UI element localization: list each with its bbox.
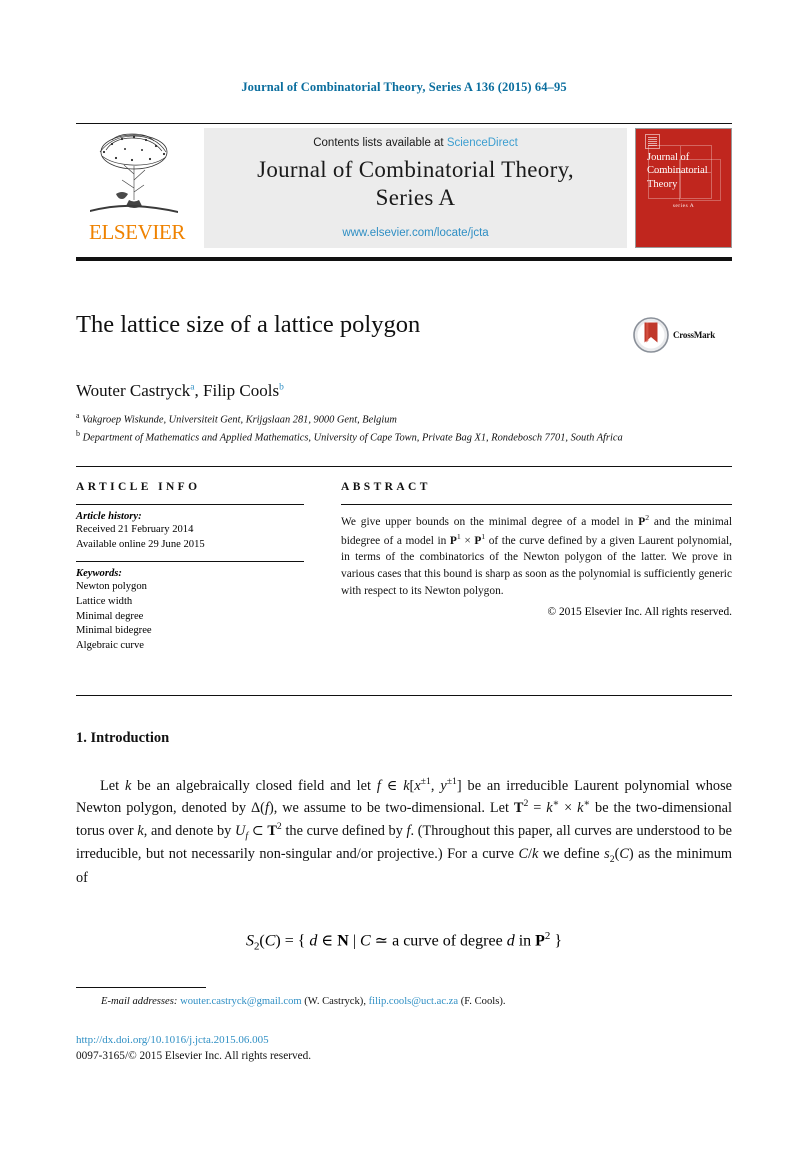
abstract-text: We give upper bounds on the minimal degr… — [341, 513, 733, 597]
article-info-heading: ARTICLE INFO — [76, 481, 201, 493]
contents-box: Contents lists available at ScienceDirec… — [204, 128, 627, 248]
journal-title: Journal of Combinatorial Theory, Series … — [204, 156, 627, 212]
author-separator: , — [194, 381, 204, 400]
title-block-rule — [76, 466, 732, 468]
abstract-column: We give upper bounds on the minimal degr… — [341, 504, 732, 618]
masthead-bottom-rule — [76, 257, 732, 261]
article-history-label: Article history: — [76, 511, 142, 523]
journal-masthead: ELSEVIER Contents lists available at Sci… — [76, 123, 732, 252]
crossmark-icon — [633, 317, 669, 353]
author-list: Wouter Castrycka, Filip Coolsb — [76, 381, 616, 401]
email-link-cools[interactable]: filip.cools@uct.ac.za — [369, 996, 458, 1007]
abstract-copyright: © 2015 Elsevier Inc. All rights reserved… — [547, 605, 732, 618]
keyword-item: Newton polygon — [76, 581, 147, 593]
keywords-label: Keywords: — [76, 568, 122, 580]
elsevier-logo: ELSEVIER — [76, 128, 198, 248]
keyword-item: Minimal bidegree — [76, 625, 152, 637]
author-name-0[interactable]: Wouter Castryck — [76, 381, 190, 400]
footnote-rule — [76, 987, 206, 988]
article-page: Journal of Combinatorial Theory, Series … — [0, 0, 808, 1162]
email-footnote: E-mail addresses: wouter.castryck@gmail.… — [101, 996, 506, 1007]
affiliation-text-a: Vakgroep Wiskunde, Universiteit Gent, Kr… — [82, 414, 397, 426]
keyword-item: Lattice width — [76, 596, 133, 608]
article-history-online: Available online 29 June 2015 — [76, 538, 205, 550]
affiliation-b: b Department of Mathematics and Applied … — [76, 428, 636, 446]
author-affiliation-marker-b: b — [279, 382, 284, 393]
journal-cover-thumbnail[interactable]: Journal of Combinatorial Theory series A — [635, 128, 732, 248]
article-info-column: Article history: Received 21 February 20… — [76, 504, 304, 653]
info-rule-top — [76, 504, 304, 506]
doi-link[interactable]: http://dx.doi.org/10.1016/j.jcta.2015.06… — [76, 1034, 269, 1046]
page-title: The lattice size of a lattice polygon — [76, 311, 421, 338]
journal-homepage-link[interactable]: www.elsevier.com/locate/jcta — [204, 227, 627, 239]
keyword-item: Minimal degree — [76, 610, 144, 622]
affiliation-marker-a: a — [76, 411, 80, 420]
affiliation-a: a Vakgroep Wiskunde, Universiteit Gent, … — [76, 410, 636, 428]
email-link-castryck[interactable]: wouter.castryck@gmail.com — [180, 996, 302, 1007]
author-name-1[interactable]: Filip Cools — [203, 381, 279, 400]
abstract-heading: ABSTRACT — [341, 481, 431, 493]
cover-title: Journal of Combinatorial Theory — [647, 152, 708, 190]
affiliation-text-b: Department of Mathematics and Applied Ma… — [82, 432, 623, 444]
abstract-bottom-rule — [76, 695, 732, 697]
info-rule-middle — [76, 561, 304, 563]
section-heading-introduction: 1. Introduction — [76, 730, 170, 746]
journal-title-line-1: Journal of Combinatorial Theory, — [257, 157, 574, 182]
contents-lists-prefix: Contents lists available at — [313, 137, 447, 149]
abstract-rule-top — [341, 504, 732, 506]
display-equation-s2: S2(C) = { d ∈ N | C ≃ a curve of degree … — [245, 930, 563, 953]
introduction-paragraph: Let k be an algebraically closed field a… — [76, 776, 733, 886]
elsevier-tree-icon — [90, 133, 178, 213]
elsevier-wordmark: ELSEVIER — [89, 220, 185, 244]
affiliation-list: a Vakgroep Wiskunde, Universiteit Gent, … — [76, 410, 636, 446]
journal-title-line-2: Series A — [375, 185, 456, 211]
cover-series-label: series A — [672, 203, 695, 209]
email-label: E-mail addresses: — [101, 996, 178, 1007]
running-head: Journal of Combinatorial Theory, Series … — [241, 80, 567, 94]
keyword-item: Algebraic curve — [76, 639, 144, 651]
sciencedirect-link[interactable]: ScienceDirect — [447, 137, 518, 149]
email-attribution-cools: (F. Cools) — [460, 996, 503, 1007]
crossmark-badge[interactable]: CrossMark — [633, 315, 733, 355]
issn-copyright-line: 0097-3165/© 2015 Elsevier Inc. All right… — [76, 1050, 312, 1062]
affiliation-marker-b: b — [76, 429, 80, 439]
crossmark-label: CrossMark — [673, 330, 716, 340]
contents-lists-line: Contents lists available at ScienceDirec… — [204, 137, 627, 149]
article-history-received: Received 21 February 2014 — [76, 524, 194, 536]
email-attribution-castryck: (W. Castryck) — [304, 996, 364, 1007]
